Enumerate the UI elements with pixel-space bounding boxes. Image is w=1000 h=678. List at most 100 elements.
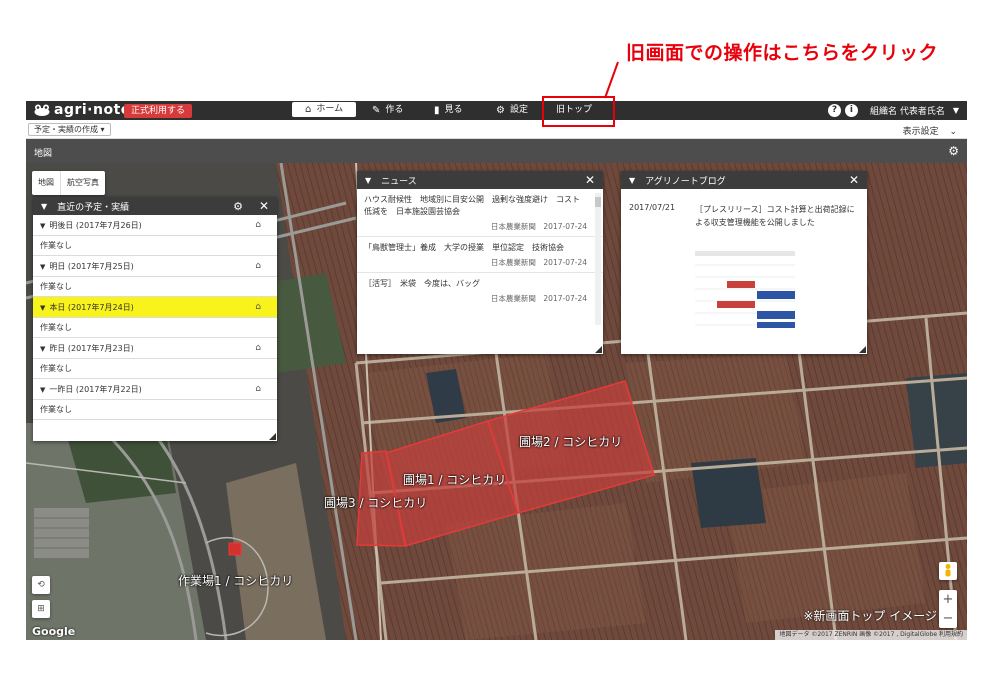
blog-close-icon[interactable]: ✕ [849,173,859,187]
field-label-3[interactable]: 圃場3 / コシヒカリ [324,494,427,511]
news-item-date: 2017-07-24 [543,258,587,267]
news-scrollbar[interactable] [595,193,601,325]
section-title: 地図 [34,149,53,159]
street-view-pegman-icon[interactable] [939,562,957,580]
screenshot-page: 旧画面での操作はこちらをクリック agri·note 正式利用する ⌂ ホーム [0,0,1000,678]
news-panel-header: ▼ ニュース ✕ [357,171,603,189]
map-control-bottom[interactable]: ⊞ [32,600,50,618]
map-attribution: 地図データ ©2017 ZENRIN 画像 ©2017 , DigitalGlo… [775,630,967,640]
schedule-gear-icon[interactable]: ⚙ [233,200,243,213]
schedule-list: ▼ 明後日 (2017年7月26日) ⌂ 作業なし ▼ 明日 (2017年7月25日)… [33,215,277,420]
news-item-title: ハウス耐候性 地域別に目安公開 過剰な強度避け コスト低減を 日本施設園芸協会 [364,195,580,216]
news-item-title: ［活写］ 米袋 今度は、バッグ [364,279,480,288]
collapse-triangle-icon[interactable]: ▼ [41,202,47,211]
news-scrollbar-thumb[interactable] [595,197,601,207]
zoom-control: + − [939,590,957,628]
sub-toolbar: 予定・実績の作成 ▾ 表示設定 ⌄ [26,120,967,139]
nav-settings[interactable]: ⚙ 設定 [496,101,528,120]
news-item[interactable]: ハウス耐候性 地域別に目安公開 過剰な強度避け コスト低減を 日本施設園芸協会 … [357,189,603,237]
map-control-top[interactable]: ⟲ [32,576,50,594]
blog-post-thumbnail[interactable] [695,243,795,341]
nav-user-area: ? i 組織名 代表者氏名 ▼ [827,101,959,120]
news-item-title: 「鳥獣管理士」養成 大学の授業 単位認定 技術協会 [364,243,564,252]
nav-create[interactable]: ✎ 作る [372,101,403,120]
collapse-triangle-icon[interactable]: ▼ [365,176,371,185]
news-panel: ▼ ニュース ✕ ハウス耐候性 地域別に目安公開 過剰な強度避け コスト低減を … [357,171,603,354]
news-item-source: 日本農業新聞 [490,294,536,303]
location-pin-icon[interactable]: ⌂ [255,215,261,236]
collapse-triangle-icon[interactable]: ▼ [629,176,635,185]
nav-create-label: 作る [385,105,404,115]
section-gear-icon[interactable]: ⚙ [948,144,959,158]
location-pin-icon[interactable]: ⌂ [255,256,261,277]
blog-panel-header: ▼ アグリノートブログ ✕ [621,171,867,189]
news-item-date: 2017-07-24 [543,222,587,231]
agri-note-app: agri·note 正式利用する ⌂ ホーム ✎ 作る ▮ 見る ⚙ 設定 旧ト… [26,101,967,640]
image-caption: ※新画面トップ イメージ [803,609,937,623]
schedule-today-row[interactable]: ▼ 本日 (2017年7月24日) ⌂ [33,297,277,318]
expand-triangle-icon: ▼ [40,222,46,230]
field-label-2[interactable]: 圃場2 / コシヒカリ [519,433,622,450]
location-pin-icon[interactable]: ⌂ [255,379,261,400]
news-item-date: 2017-07-24 [543,294,587,303]
info-icon[interactable]: i [844,104,858,117]
schedule-day-status: 作業なし [33,400,277,420]
field-label-1[interactable]: 圃場1 / コシヒカリ [403,471,506,488]
schedule-day-row[interactable]: ▼ 昨日 (2017年7月23日) ⌂ [33,338,277,359]
news-close-icon[interactable]: ✕ [585,173,595,187]
news-item-source: 日本農業新聞 [490,222,536,231]
official-use-button[interactable]: 正式利用する [124,104,193,118]
caret-down-icon: ▾ [100,125,105,134]
location-pin-icon[interactable]: ⌂ [255,338,261,359]
schedule-day-status: 作業なし [33,318,277,338]
nav-home-label: ホーム [316,104,344,114]
news-panel-title: ニュース [381,176,417,187]
blog-panel: ▼ アグリノートブログ ✕ 2017/07/21 ［プレスリリース］コスト計算と… [621,171,867,354]
schedule-day-label: 昨日 (2017年7月23日) [49,344,134,353]
panel-resize-handle[interactable] [859,346,866,353]
expand-triangle-icon: ▼ [40,304,46,312]
schedule-day-label: 明後日 (2017年7月26日) [49,221,142,230]
news-item[interactable]: 「鳥獣管理士」養成 大学の授業 単位認定 技術協会 日本農業新聞 2017-07… [357,237,603,273]
google-logo: Google [32,625,76,638]
panel-resize-handle[interactable] [595,346,602,353]
map-section-header: 地図 ⚙ [26,139,967,163]
help-icon[interactable]: ? [827,104,841,117]
nav-home[interactable]: ⌂ ホーム [292,102,357,117]
blog-post-title[interactable]: ［プレスリリース］コスト計算と出荷記録による収支管理機能を公開しました [695,203,861,229]
zoom-in-button[interactable]: + [939,590,957,609]
schedule-day-row[interactable]: ▼ 明日 (2017年7月25日) ⌂ [33,256,277,277]
panel-resize-handle[interactable] [269,433,276,440]
user-dropdown-icon[interactable]: ▼ [953,106,959,115]
zoom-out-button[interactable]: − [939,609,957,628]
map-type-satellite[interactable]: 航空写真 [61,171,105,195]
news-item[interactable]: ［活写］ 米袋 今度は、バッグ 日本農業新聞 2017-07-24 [357,273,603,308]
display-settings[interactable]: 表示設定 ⌄ [903,124,957,137]
news-item-source: 日本農業新聞 [490,258,536,267]
brand-name: agri·note [54,102,131,118]
blog-post-date: 2017/07/21 [629,203,676,212]
annotation-highlight-box [542,96,615,127]
schedule-day-label: 明日 (2017年7月25日) [49,262,134,271]
chevron-down-icon: ⌄ [949,127,957,137]
field-label-workplace[interactable]: 作業場1 / コシヒカリ [178,572,293,589]
expand-triangle-icon: ▼ [40,263,46,271]
schedule-day-row[interactable]: ▼ 明後日 (2017年7月26日) ⌂ [33,215,277,236]
schedule-close-icon[interactable]: ✕ [259,199,269,213]
schedule-panel-title: 直近の予定・実績 [57,202,130,213]
nav-settings-label: 設定 [509,105,528,115]
location-pin-icon[interactable]: ⌂ [255,297,261,318]
map-type-control: 地図 航空写真 [32,171,105,195]
expand-triangle-icon: ▼ [40,345,46,353]
schedule-day-label: 本日 (2017年7月24日) [49,303,134,312]
pencil-icon: ✎ [372,105,381,116]
org-user-name[interactable]: 組織名 代表者氏名 [870,104,945,117]
satellite-map[interactable]: 圃場2 / コシヒカリ 圃場1 / コシヒカリ 圃場3 / コシヒカリ 作業場1… [26,163,967,640]
plan-record-create-button[interactable]: 予定・実績の作成 ▾ [28,123,111,136]
nav-view[interactable]: ▮ 見る [434,101,463,120]
display-settings-label: 表示設定 [902,127,939,137]
app-logo[interactable]: agri·note [34,102,131,118]
map-type-map[interactable]: 地図 [32,171,61,195]
schedule-day-row[interactable]: ▼ 一昨日 (2017年7月22日) ⌂ [33,379,277,400]
plan-record-create-label: 予定・実績の作成 [34,125,98,134]
